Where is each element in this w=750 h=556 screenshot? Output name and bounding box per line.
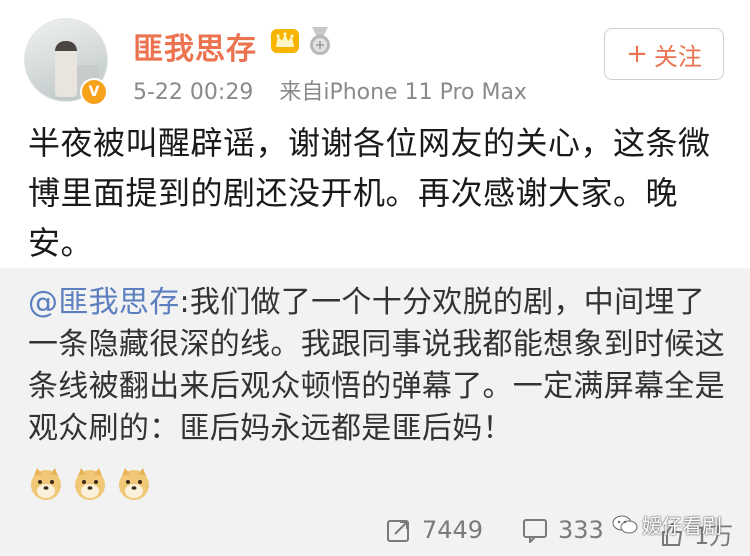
repost-count: 7449: [422, 516, 484, 544]
doge-icon: [75, 468, 105, 500]
emoji-row: [28, 466, 152, 502]
post-timestamp: 5-22 00:29: [133, 80, 254, 105]
follow-label: 关注: [653, 42, 702, 71]
repost-card[interactable]: @匪我思存:我们做了一个十分欢脱的剧，中间埋了一条隐藏很深的线。我跟同事说我都能…: [0, 268, 750, 506]
medal-icon: [310, 27, 330, 55]
avatar-figure: [55, 41, 77, 97]
repost-mention[interactable]: @匪我思存: [28, 285, 180, 320]
crown-icon: [271, 29, 299, 53]
comment-count: 333: [558, 516, 604, 544]
author-name[interactable]: 匪我思存: [133, 24, 257, 68]
doge-icon: [119, 468, 149, 500]
comment-icon: [523, 519, 547, 543]
watermark: 嫒仔看剧: [612, 510, 722, 539]
comment-button[interactable]: 333: [522, 516, 604, 544]
post-header: V 匪我思存 5-22 00:29 来自iPhone 11 Pro Max + …: [0, 0, 750, 115]
post-text: 半夜被叫醒辟谣，谢谢各位网友的关心，这条微博里面提到的剧还没开机。再次感谢大家。…: [28, 124, 711, 262]
follow-button[interactable]: + 关注: [604, 28, 724, 80]
post-meta: 5-22 00:29 来自iPhone 11 Pro Max: [133, 74, 527, 106]
plus-icon: +: [626, 39, 648, 69]
repost-icon: [387, 520, 409, 542]
post-source[interactable]: 来自iPhone 11 Pro Max: [279, 80, 527, 105]
watermark-text: 嫒仔看剧: [642, 514, 722, 538]
repost-text-block: @匪我思存:我们做了一个十分欢脱的剧，中间埋了一条隐藏很深的线。我跟同事说我都能…: [28, 282, 728, 450]
verified-v-icon: V: [80, 78, 108, 106]
wechat-icon: [612, 515, 638, 533]
doge-icon: [31, 468, 61, 500]
repost-button[interactable]: 7449: [386, 516, 483, 544]
